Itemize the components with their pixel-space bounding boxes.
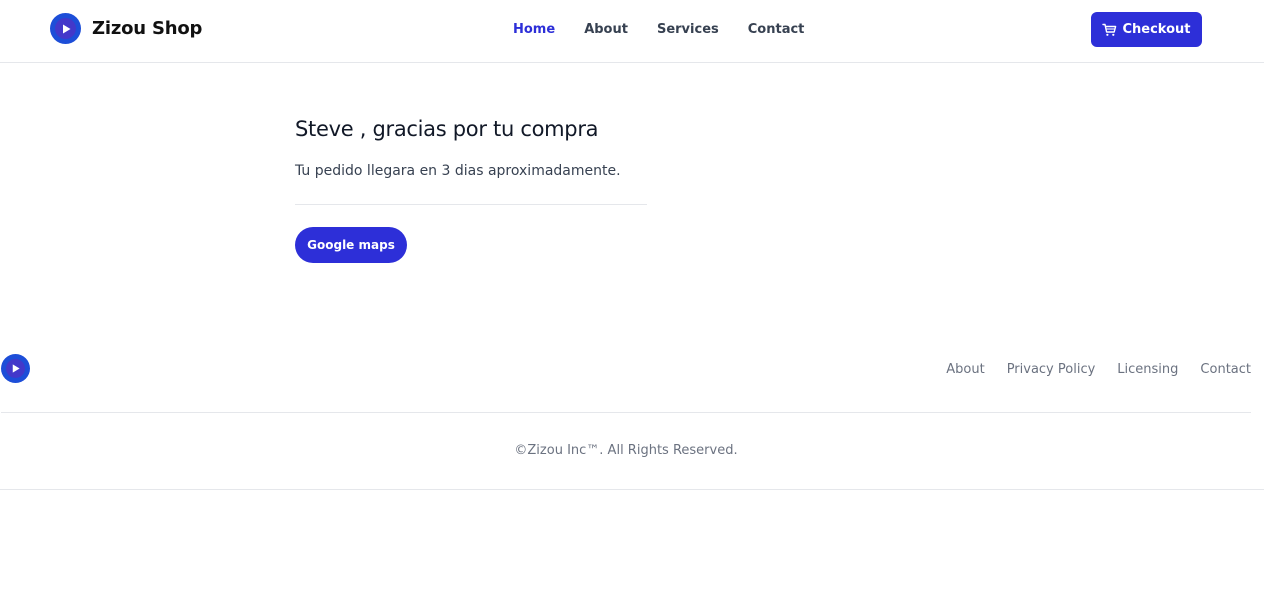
divider	[295, 204, 647, 205]
google-maps-button[interactable]: Google maps	[295, 227, 407, 263]
page-title: Steve , gracias por tu compra	[295, 117, 599, 141]
checkout-label: Checkout	[1122, 22, 1191, 37]
logo-icon	[50, 13, 81, 44]
nav-item-about[interactable]: About	[584, 21, 628, 39]
brand-link[interactable]: Zizou Shop	[50, 13, 202, 44]
nav-item-contact[interactable]: Contact	[748, 21, 805, 39]
cart-icon	[1102, 23, 1117, 36]
footer-divider	[1, 412, 1251, 413]
delivery-message: Tu pedido llegara en 3 dias aproximadame…	[295, 163, 621, 179]
checkout-button[interactable]: Checkout	[1091, 12, 1202, 47]
main-nav: Home About Services Contact	[513, 21, 804, 39]
copyright-text: ©Zizou Inc™. All Rights Reserved.	[514, 443, 738, 458]
brand-name: Zizou Shop	[92, 18, 203, 39]
footer-logo-icon[interactable]	[1, 354, 30, 383]
nav-item-services[interactable]: Services	[657, 21, 719, 39]
footer-link-licensing[interactable]: Licensing	[1117, 361, 1178, 379]
nav-item-home[interactable]: Home	[513, 21, 555, 39]
site-header: Zizou Shop Home About Services Contact C…	[0, 0, 1264, 63]
footer-links: About Privacy Policy Licensing Contact	[924, 361, 1251, 379]
footer-link-contact[interactable]: Contact	[1200, 361, 1251, 379]
order-confirmation: Steve , gracias por tu compra Tu pedido …	[295, 110, 647, 263]
footer-link-about[interactable]: About	[946, 361, 984, 379]
footer-link-privacy-policy[interactable]: Privacy Policy	[1007, 361, 1096, 379]
site-footer: About Privacy Policy Licensing Contact ©…	[0, 340, 1264, 490]
